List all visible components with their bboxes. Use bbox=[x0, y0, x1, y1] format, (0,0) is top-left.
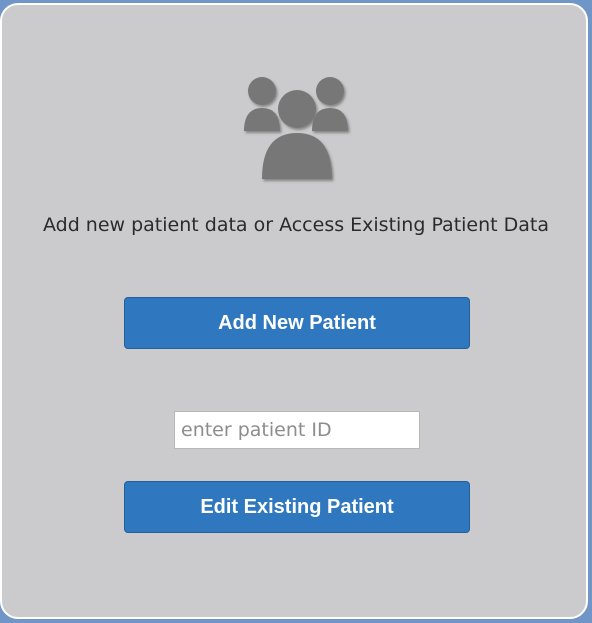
add-new-patient-button[interactable]: Add New Patient bbox=[124, 297, 470, 349]
prompt-text: Add new patient data or Access Existing … bbox=[42, 214, 550, 236]
users-group-icon bbox=[242, 75, 354, 185]
patient-id-input[interactable] bbox=[174, 411, 420, 449]
edit-existing-patient-button[interactable]: Edit Existing Patient bbox=[124, 481, 470, 533]
patient-panel: Add new patient data or Access Existing … bbox=[0, 3, 588, 619]
